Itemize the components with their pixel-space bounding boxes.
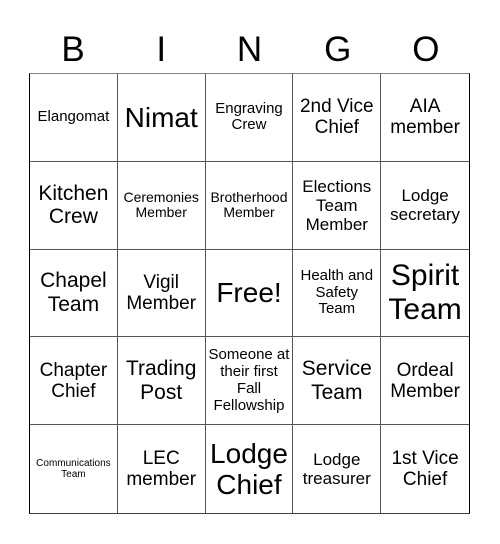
bingo-cell[interactable]: Someone at their first Fall Fellowship <box>205 337 294 426</box>
bingo-cell-label: Trading Post <box>125 357 197 404</box>
bingo-cell[interactable]: Elections Team Member <box>293 161 382 250</box>
bingo-cell[interactable]: Chapter Chief <box>30 337 118 426</box>
bingo-cell[interactable]: Brotherhood Member <box>205 161 294 250</box>
bingo-cell-label: 1st Vice Chief <box>391 447 459 491</box>
bingo-cell[interactable]: Nimat <box>117 74 206 162</box>
bingo-cell[interactable]: Health and Safety Team <box>293 249 382 338</box>
bingo-cell-label: LEC member <box>126 447 197 491</box>
bingo-cell-label: Lodge treasurer <box>302 450 371 489</box>
title-letter-b: B <box>61 30 85 69</box>
bingo-cell[interactable]: Lodge Chief <box>206 425 294 513</box>
bingo-cell-label: Service Team <box>301 357 372 404</box>
bingo-cell[interactable]: 2nd Vice Chief <box>293 74 382 162</box>
bingo-cell[interactable]: Ordeal Member <box>381 337 469 426</box>
bingo-cell-label: Elections Team Member <box>302 176 372 234</box>
bingo-cell-label: Lodge Chief <box>210 437 288 501</box>
bingo-cell-label: Ceremonies Member <box>123 188 199 221</box>
bingo-cell[interactable]: Free! <box>205 249 294 338</box>
bingo-cell-label: Health and Safety Team <box>300 266 374 318</box>
bingo-cell[interactable]: Trading Post <box>117 337 206 426</box>
bingo-cell[interactable]: Elangomat <box>30 74 118 162</box>
bingo-cell[interactable]: Vigil Member <box>117 249 206 338</box>
title-letter-o: O <box>412 30 440 69</box>
bingo-title: B I N G O <box>29 28 470 72</box>
bingo-cell-label: Free! <box>216 277 282 309</box>
bingo-cell-label: Chapel Team <box>40 269 107 316</box>
title-letter-i: I <box>156 30 167 69</box>
bingo-cell[interactable]: Lodge treasurer <box>293 425 382 513</box>
bingo-board: Elangomat Nimat Engraving Crew 2nd Vice Chi… <box>29 73 470 514</box>
bingo-cell[interactable]: Ceremonies Member <box>117 161 206 250</box>
title-letter-g: G <box>324 30 352 69</box>
bingo-cell-label: Elangomat <box>37 108 110 125</box>
bingo-cell-label: Lodge secretary <box>390 186 461 225</box>
bingo-cell-label: Engraving Crew <box>215 99 283 134</box>
bingo-cell[interactable]: Service Team <box>293 337 382 426</box>
bingo-cell-label: Kitchen Crew <box>38 181 109 229</box>
bingo-cell-label: Communications Team <box>36 457 111 481</box>
bingo-cell[interactable]: 1st Vice Chief <box>381 425 469 513</box>
bingo-cell-label: AIA member <box>390 96 460 139</box>
bingo-cell-label: Someone at their first Fall Fellowship <box>208 346 290 414</box>
bingo-cell-label: Nimat <box>124 101 198 133</box>
bingo-cell[interactable]: Spirit Team <box>381 250 469 338</box>
bingo-cell-label: Ordeal Member <box>390 359 460 402</box>
title-letter-n: N <box>236 30 263 69</box>
bingo-cell[interactable]: Lodge secretary <box>381 162 469 250</box>
bingo-cell-label: Brotherhood Member <box>210 188 288 221</box>
bingo-cell[interactable]: Engraving Crew <box>205 74 294 162</box>
bingo-cell-label: 2nd Vice Chief <box>299 96 374 139</box>
bingo-cell[interactable]: Chapel Team <box>30 249 118 338</box>
bingo-cell[interactable]: AIA member <box>381 74 469 162</box>
bingo-cell[interactable]: Kitchen Crew <box>30 161 118 250</box>
bingo-cell-label: Vigil Member <box>126 271 197 314</box>
bingo-cell-label: Spirit Team <box>388 259 462 326</box>
bingo-cell-label: Chapter Chief <box>39 359 108 402</box>
bingo-cell[interactable]: LEC member <box>118 425 206 513</box>
bingo-cell[interactable]: Communications Team <box>30 425 118 513</box>
